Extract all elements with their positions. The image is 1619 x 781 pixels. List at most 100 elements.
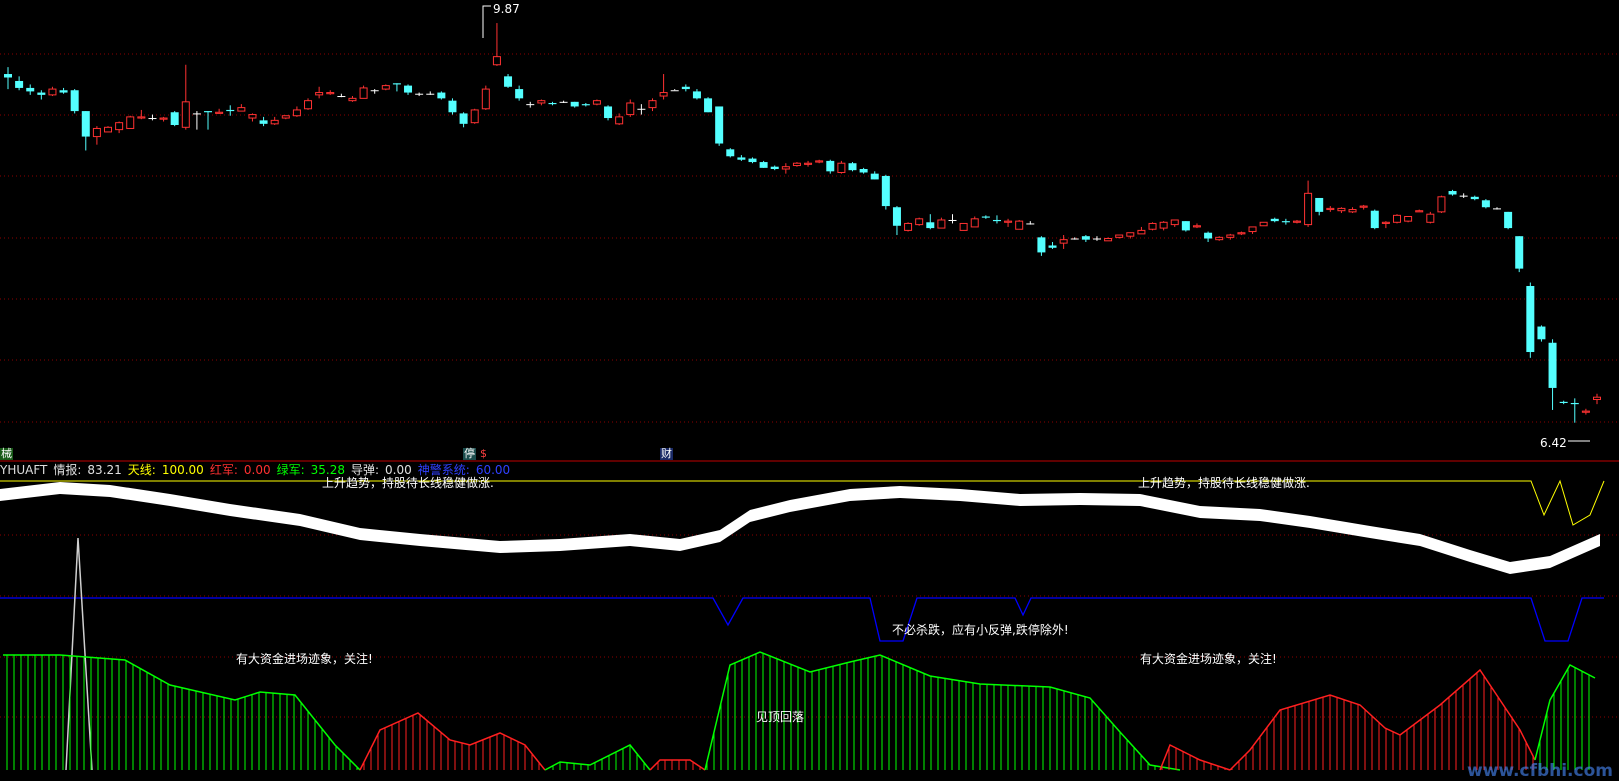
candle-down [1470,196,1479,200]
candle-up [492,56,501,66]
candle-up [1259,221,1268,227]
candle-down [1092,238,1101,240]
candle-down [515,89,524,99]
candle-down [1459,195,1468,197]
candle-down [981,216,990,218]
candle-down [1370,210,1379,229]
candle-down [426,93,435,95]
candle-up [915,218,924,226]
candle-up [970,218,979,228]
candle-up [381,85,390,90]
candle-up [1004,220,1013,223]
trend-annotation-right: 上升趋势，持股待长线稳健做涨. [1138,476,1310,490]
candle-up [792,162,801,167]
candle-up [1226,234,1235,238]
marker-left: 械 [0,447,13,460]
candle-down [681,86,690,90]
candle-up [92,127,101,138]
red-army-3-curve [1159,743,1231,771]
candle-up [115,122,124,131]
candle-up [1059,239,1068,244]
candle-down [192,113,201,115]
trend-band [0,482,1600,574]
candle-down [759,162,768,168]
candle-down [504,76,513,87]
candle-down [770,166,779,170]
candle-down [4,74,12,78]
candle-down [15,80,24,88]
candle-up [1381,221,1390,224]
candle-down [170,112,179,125]
candle-up [359,87,368,99]
candle-down [81,111,90,137]
candle-up [1326,207,1335,211]
candle-up [104,126,113,133]
candle-up [281,115,290,119]
field-1-value: 100.00 [161,463,204,477]
candle-up [1392,214,1401,223]
candle-down [1181,221,1190,231]
candle-up [326,92,335,95]
candle-down [637,108,646,110]
candle-down [726,149,735,157]
candle-up [1137,229,1146,235]
candle-down [526,104,535,106]
candle-down [1492,208,1501,210]
candle-down [870,173,879,180]
candle-up [1159,221,1168,229]
candle-up [292,109,301,117]
candle-down [737,157,746,160]
candle-down [1481,200,1490,208]
candle-up [1192,225,1201,228]
candle-up [537,100,546,104]
candle-down [1070,238,1079,240]
field-3-label: 绿军: [276,463,305,477]
candle-down [1281,221,1290,223]
candle-up [1337,207,1346,212]
candle-down [1504,211,1513,229]
candle-up [1248,226,1257,233]
candle-up [659,92,668,97]
candle-up [470,109,479,124]
candle-up [1359,205,1368,208]
field-0-value: 83.21 [87,463,122,477]
candle-up [1237,232,1246,235]
top-warning-annotation: 见顶回落 [756,710,805,724]
candle-up [837,162,846,173]
rebound-annotation: 不必杀跌，应有小反弹,跌停除外! [892,623,1069,637]
watermark: www.cfbhi.com [1467,761,1613,781]
candle-up [215,111,224,114]
candle-down [1448,191,1457,195]
candle-down [881,175,890,207]
candle-down [892,207,901,226]
candle-down [204,111,213,113]
capital-annotation-left: 有大资金进场迹象，关注! [236,652,373,666]
candle-down [337,96,346,98]
candle-up [815,160,824,163]
candle-down [692,91,701,99]
candle-down [437,92,446,99]
candle-down [448,100,457,113]
candle-up [1593,396,1601,401]
candle-down [59,90,68,93]
candle-up [1115,234,1124,238]
candle-down [26,87,35,92]
candle-down [1048,245,1057,248]
candle-down [1315,197,1324,212]
candle-up [481,88,490,110]
capital-annotation-right: 有大资金进场迹象，关注! [1140,652,1277,666]
candle-up [1104,238,1113,242]
candle-up [959,222,968,231]
field-2-value: 0.00 [243,463,271,477]
alarm-line [0,597,1604,642]
field-0-label: 情报: [53,463,82,477]
candle-up [237,107,246,112]
candle-up [270,119,279,125]
red-army-curve [359,712,546,771]
marker-dollar: $ [480,447,487,460]
candle-up [1015,220,1024,230]
candle-up [1437,196,1446,213]
candle-down [226,109,235,112]
field-1-label: 天线: [127,463,156,477]
candle-down [1548,342,1557,388]
